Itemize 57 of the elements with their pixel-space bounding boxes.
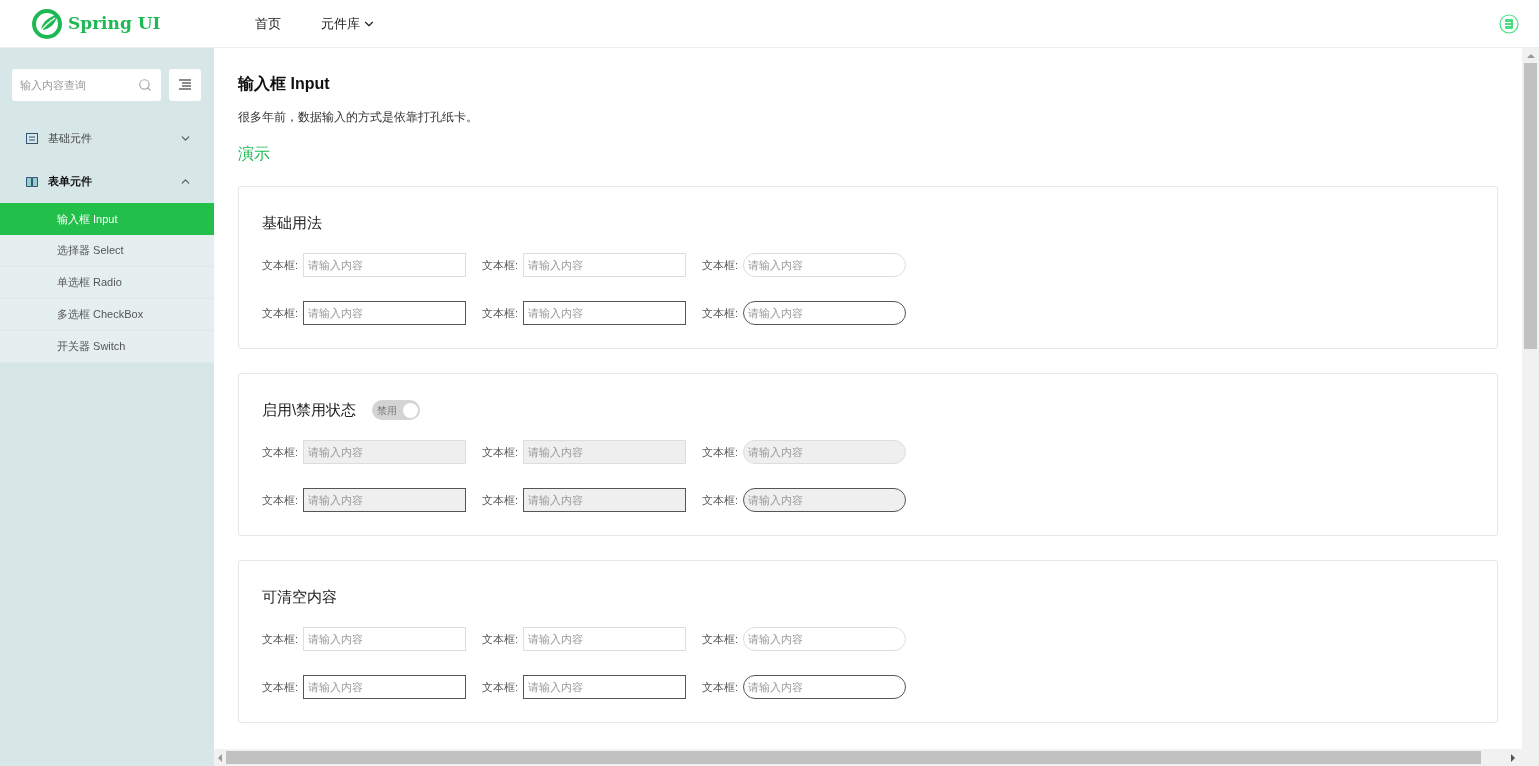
demo-heading: 演示 — [238, 144, 271, 164]
sidebar-item[interactable]: 开关器 Switch — [0, 331, 214, 363]
leaf-logo-icon — [32, 8, 62, 39]
text-input-field[interactable]: 请输入内容 — [523, 675, 686, 699]
switch-knob — [403, 402, 419, 418]
field-label: 文本框: — [702, 305, 740, 321]
scroll-up-icon — [1526, 54, 1535, 58]
book-icon[interactable] — [1499, 13, 1519, 34]
scrollbar-thumb[interactable] — [226, 751, 1481, 764]
field-label: 文本框: — [482, 492, 520, 508]
field-label: 文本框: — [482, 444, 520, 460]
field-label: 文本框: — [482, 679, 520, 695]
field-label: 文本框: — [482, 257, 520, 273]
horizontal-scrollbar[interactable] — [214, 749, 1539, 766]
page-description: 很多年前，数据输入的方式是依靠打孔纸卡。 — [238, 109, 479, 126]
field-label: 文本框: — [702, 257, 740, 273]
scroll-right-icon — [1511, 753, 1515, 762]
field-label: 文本框: — [262, 305, 300, 321]
field-label: 文本框: — [482, 631, 520, 647]
menu-button[interactable] — [169, 69, 201, 101]
list-icon — [26, 133, 38, 144]
field-label: 文本框: — [702, 444, 740, 460]
field-label: 文本框: — [482, 305, 520, 321]
nav-link[interactable]: 元件库 — [321, 13, 376, 34]
field-label: 文本框: — [702, 679, 740, 695]
scroll-left-icon — [218, 753, 222, 762]
nav-link[interactable]: 首页 — [255, 13, 281, 34]
field-label: 文本框: — [262, 679, 300, 695]
text-input-field[interactable]: 请输入内容 — [303, 675, 466, 699]
text-input-field[interactable]: 请输入内容 — [743, 301, 906, 325]
vertical-scrollbar[interactable] — [1522, 48, 1539, 749]
sidebar-group-label: 表单元件 — [48, 174, 92, 190]
sidebar-item[interactable]: 选择器 Select — [0, 235, 214, 267]
sidebar-item[interactable]: 多选框 CheckBox — [0, 299, 214, 331]
text-input-field[interactable]: 请输入内容 — [303, 301, 466, 325]
sidebar-item[interactable]: 单选框 Radio — [0, 267, 214, 299]
text-input-field[interactable]: 请输入内容 — [523, 301, 686, 325]
sidebar-group[interactable]: 基础元件 — [0, 117, 214, 160]
search-field[interactable]: 输入内容查询 — [12, 69, 161, 101]
text-input-field[interactable]: 请输入内容 — [743, 675, 906, 699]
search-icon — [138, 78, 152, 92]
field-label: 文本框: — [702, 631, 740, 647]
field-label: 文本框: — [262, 444, 300, 460]
menu-icon — [178, 79, 192, 91]
field-label: 文本框: — [262, 492, 300, 508]
sidebar-group[interactable]: 表单元件 — [0, 160, 214, 203]
card-title: 可清空内容 — [262, 586, 337, 607]
card-title: 启用\禁用状态 — [262, 399, 357, 420]
scrollbar-thumb[interactable] — [1524, 63, 1537, 349]
logo-text: Spring UI — [68, 11, 161, 35]
field-label: 文本框: — [262, 257, 300, 273]
page-title: 输入框 Input — [238, 74, 331, 94]
card-title: 基础用法 — [262, 212, 322, 233]
field-label: 文本框: — [262, 631, 300, 647]
field-label: 文本框: — [702, 492, 740, 508]
sidebar-group-label: 基础元件 — [48, 131, 92, 147]
book-icon — [26, 176, 38, 187]
